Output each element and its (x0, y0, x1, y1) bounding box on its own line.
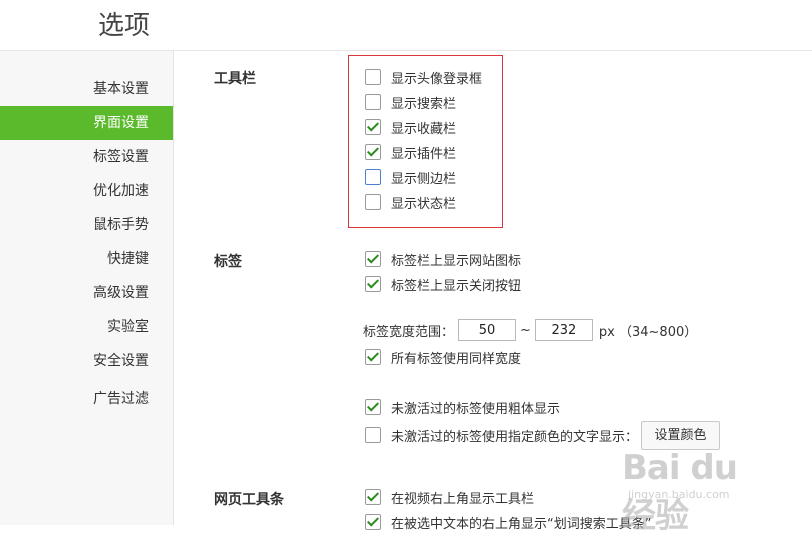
watermark-url: jingyan.baidu.com (628, 488, 730, 501)
sidebar-item-advanced[interactable]: 高级设置 (93, 276, 149, 310)
option-label: 在被选中文本的右上角显示“划词搜索工具条” (391, 516, 652, 532)
sidebar-item-basic[interactable]: 基本设置 (93, 72, 149, 106)
option-label: 显示插件栏 (391, 146, 457, 162)
option-label: 显示头像登录框 (391, 71, 483, 87)
option-color-inactive[interactable]: 未激活过的标签使用指定颜色的文字显示： (365, 426, 639, 445)
checkbox[interactable] (365, 276, 381, 292)
option-bold-inactive[interactable]: 未激活过的标签使用粗体显示 (365, 398, 561, 417)
option-label: 未激活过的标签使用粗体显示 (391, 401, 561, 417)
sidebar-item-mouse-gesture[interactable]: 鼠标手势 (93, 208, 149, 242)
option-show-plugin-bar[interactable]: 显示插件栏 (365, 143, 457, 162)
sidebar-item-security[interactable]: 安全设置 (93, 344, 149, 378)
option-label: 显示状态栏 (391, 196, 457, 212)
sidebar: 基本设置 界面设置 标签设置 优化加速 鼠标手势 快捷键 高级设置 实验室 安全… (0, 51, 174, 525)
option-label: 显示收藏栏 (391, 121, 457, 137)
sidebar-item-tabs[interactable]: 标签设置 (93, 140, 149, 174)
sidebar-item-optimize[interactable]: 优化加速 (93, 174, 149, 208)
option-label: 标签栏上显示网站图标 (391, 253, 522, 269)
watermark: Bai du 经验 jingyan.baidu.com (618, 448, 778, 536)
max-width-input[interactable] (534, 319, 593, 341)
sidebar-item-interface[interactable]: 界面设置 (0, 106, 173, 140)
range-label: 标签宽度范围： (363, 324, 455, 340)
checkbox[interactable] (365, 427, 381, 443)
option-label: 显示侧边栏 (391, 171, 457, 187)
header: 选项 (0, 0, 812, 51)
option-label: 未激活过的标签使用指定颜色的文字显示： (391, 429, 639, 445)
option-label: 标签栏上显示关闭按钮 (391, 278, 522, 294)
option-show-search-bar[interactable]: 显示搜索栏 (365, 93, 457, 112)
range-separator: ~ (520, 322, 531, 338)
checkbox[interactable] (365, 251, 381, 267)
range-unit: px （34~800） (598, 324, 698, 340)
section-label-toolbar: 工具栏 (214, 71, 256, 87)
sidebar-item-adblock[interactable]: 广告过滤 (93, 382, 149, 416)
option-show-sidebar[interactable]: 显示侧边栏 (365, 168, 457, 187)
option-show-favorites-bar[interactable]: 显示收藏栏 (365, 118, 457, 137)
sidebar-item-lab[interactable]: 实验室 (107, 310, 149, 344)
option-show-avatar-login[interactable]: 显示头像登录框 (365, 68, 483, 87)
option-selection-search-bar[interactable]: 在被选中文本的右上角显示“划词搜索工具条” (365, 513, 652, 532)
option-video-toolbar[interactable]: 在视频右上角显示工具栏 (365, 488, 535, 507)
option-label: 所有标签使用同样宽度 (391, 351, 522, 367)
checkbox[interactable] (365, 119, 381, 135)
option-label: 在视频右上角显示工具栏 (391, 491, 535, 507)
checkbox[interactable] (365, 194, 381, 210)
set-color-button[interactable]: 设置颜色 (641, 421, 720, 450)
section-label-tabs: 标签 (214, 254, 242, 270)
page-title: 选项 (98, 11, 151, 41)
option-show-site-icon[interactable]: 标签栏上显示网站图标 (365, 250, 522, 269)
checkbox[interactable] (365, 349, 381, 365)
min-width-input[interactable] (458, 319, 517, 341)
checkbox[interactable] (365, 69, 381, 85)
checkbox[interactable] (365, 399, 381, 415)
option-same-width[interactable]: 所有标签使用同样宽度 (365, 348, 522, 367)
option-show-close-button[interactable]: 标签栏上显示关闭按钮 (365, 275, 522, 294)
option-show-status-bar[interactable]: 显示状态栏 (365, 193, 457, 212)
checkbox[interactable] (365, 514, 381, 530)
option-label: 显示搜索栏 (391, 96, 457, 112)
checkbox[interactable] (365, 94, 381, 110)
checkbox[interactable] (365, 489, 381, 505)
sidebar-item-shortcuts[interactable]: 快捷键 (107, 242, 149, 276)
checkbox[interactable] (365, 144, 381, 160)
checkbox[interactable] (365, 169, 381, 185)
section-label-webpage-toolbar: 网页工具条 (214, 492, 284, 508)
tab-width-range: 标签宽度范围： ~ px （34~800） (363, 318, 697, 342)
